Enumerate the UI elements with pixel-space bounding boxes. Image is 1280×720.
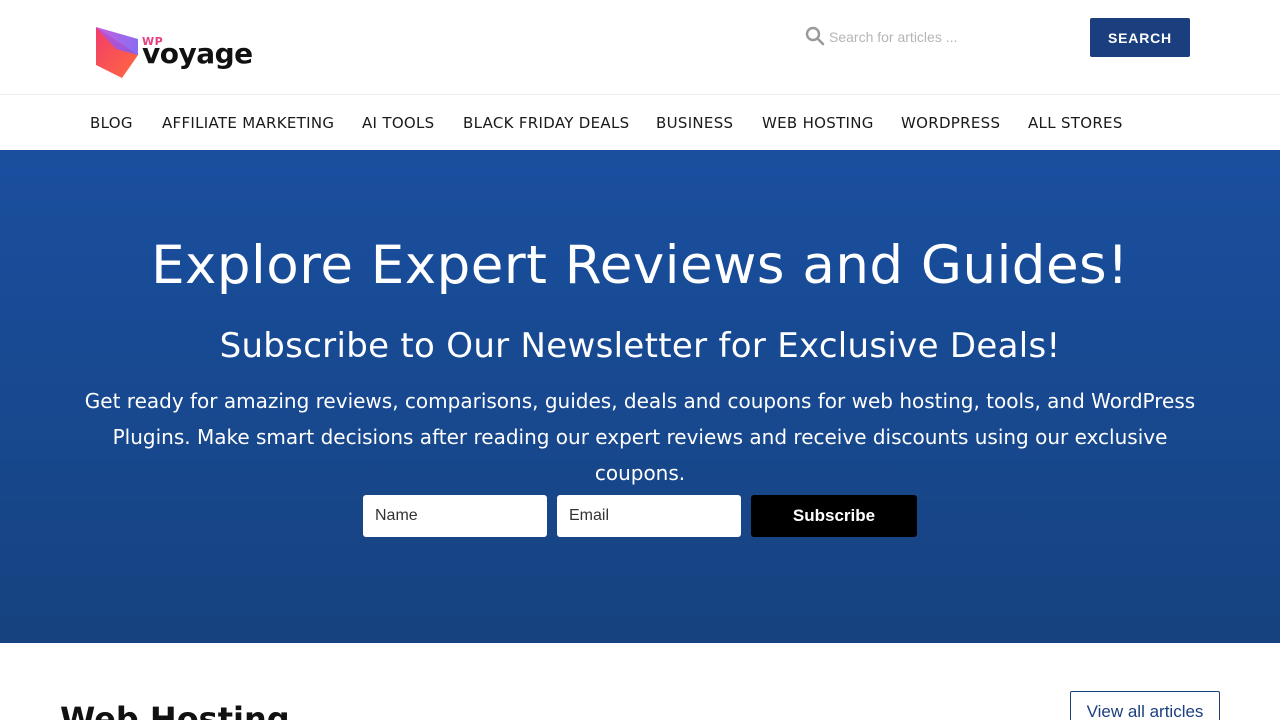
hero-banner: Explore Expert Reviews and Guides! Subsc… [0,150,1280,643]
search-icon [805,26,825,46]
nav-item-black-friday-deals[interactable]: BLACK FRIDAY DEALS [463,114,629,132]
nav-item-business[interactable]: BUSINESS [656,114,733,132]
view-all-articles-button[interactable]: View all articles [1070,691,1220,720]
nav-item-ai-tools[interactable]: AI TOOLS [362,114,435,132]
hero-description-line: Get ready for amazing reviews, compariso… [84,389,1196,413]
site-header: WP voyage SEARCH [0,0,1280,95]
nav-item-web-hosting[interactable]: WEB HOSTING [762,114,874,132]
section-title: Web Hosting [60,700,290,720]
main-nav: BLOG AFFILIATE MARKETING AI TOOLS BLACK … [0,96,1280,150]
hero-description: Get ready for amazing reviews, compariso… [80,383,1200,491]
logo-wordmark: voyage [142,37,253,70]
hero-title: Explore Expert Reviews and Guides! [151,235,1129,296]
site-logo[interactable]: WP voyage [94,25,254,81]
subscribe-button[interactable]: Subscribe [751,495,917,537]
search-button[interactable]: SEARCH [1090,18,1190,57]
logo-mark-icon [96,27,138,78]
nav-item-all-stores[interactable]: ALL STORES [1028,114,1123,132]
nav-item-blog[interactable]: BLOG [90,114,133,132]
hero-subtitle: Subscribe to Our Newsletter for Exclusiv… [219,326,1061,366]
hero-description-line: Plugins. Make smart decisions after read… [112,425,1168,485]
search-box [805,24,1075,50]
search-input[interactable] [829,24,1069,50]
email-field[interactable] [557,495,741,537]
nav-item-wordpress[interactable]: WORDPRESS [901,114,1000,132]
nav-item-affiliate-marketing[interactable]: AFFILIATE MARKETING [162,114,334,132]
name-field[interactable] [363,495,547,537]
